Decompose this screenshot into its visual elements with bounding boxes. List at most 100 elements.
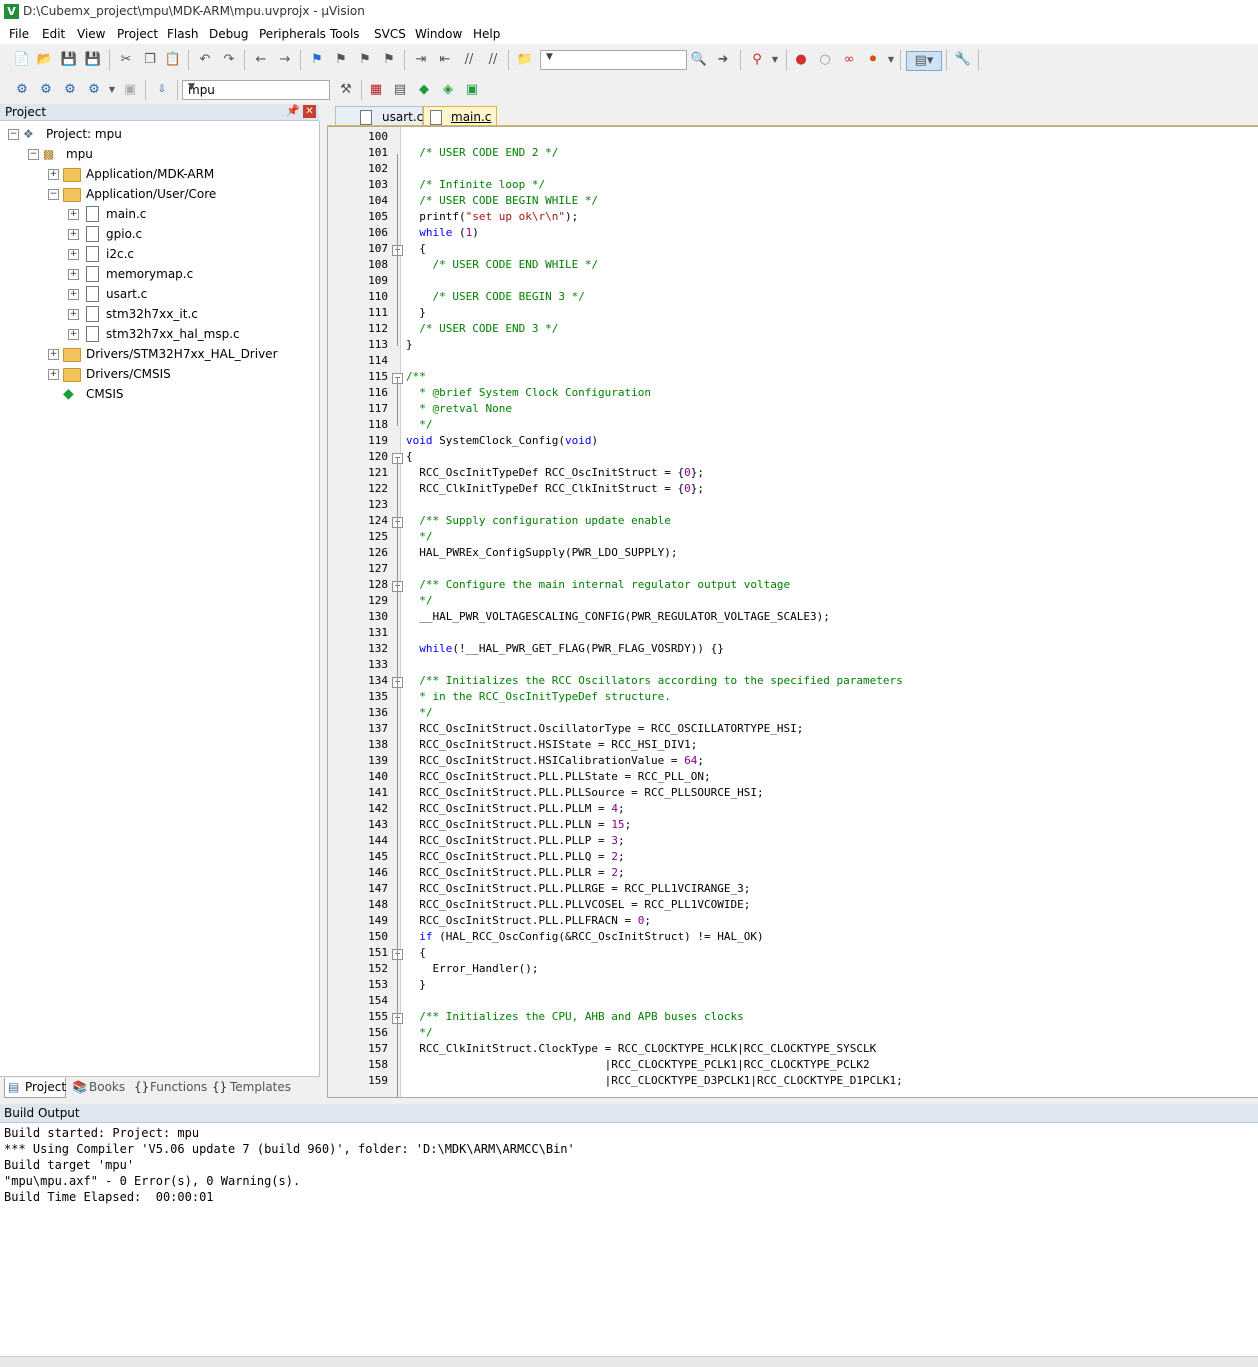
manage-multi-project-icon[interactable]: ▤ [391,81,409,99]
stop-build-icon[interactable]: ▣ [121,81,139,99]
open-file-icon[interactable]: 📂 [36,51,54,69]
code-line[interactable]: * in the RCC_OscInitTypeDef structure. [406,690,671,703]
code-line[interactable]: RCC_OscInitStruct.PLL.PLLVCOSEL = RCC_PL… [406,898,750,911]
menu-file[interactable]: File [9,27,29,41]
tree-group-node[interactable]: + Drivers/STM32H7xx_HAL_Driver [0,344,300,364]
collapse-icon[interactable]: − [8,129,19,140]
insert-bookmark-icon[interactable]: ⚑ [308,51,326,69]
tab-project[interactable]: ▤ Project [4,1078,66,1098]
code-line[interactable]: { [406,450,413,463]
code-line[interactable]: RCC_OscInitStruct.HSICalibrationValue = … [406,754,704,767]
rebuild-icon[interactable]: ⚙ [61,81,79,99]
menu-tools[interactable]: Tools [330,27,360,41]
tree-file-node[interactable]: + memorymap.c [0,264,300,284]
code-line[interactable]: */ [406,530,432,543]
code-line[interactable]: if (HAL_RCC_OscConfig(&RCC_OscInitStruct… [406,930,763,943]
expand-icon[interactable]: + [68,249,79,260]
code-line[interactable]: */ [406,706,432,719]
find-combo[interactable]: ▼ [540,50,687,70]
build-icon[interactable]: ⚙ [37,81,55,99]
tree-file-node[interactable]: + usart.c [0,284,300,304]
code-line[interactable]: /** Supply configuration update enable [406,514,671,527]
tree-file-node[interactable]: + main.c [0,204,300,224]
breakpoint-icon[interactable]: ● [792,51,810,69]
new-file-icon[interactable]: 📄 [13,51,31,69]
collapse-icon[interactable]: − [28,149,39,160]
code-line[interactable]: |RCC_CLOCKTYPE_PCLK1|RCC_CLOCKTYPE_PCLK2 [406,1058,870,1071]
window-layout-icon[interactable]: ▤▾ [906,51,942,71]
code-line[interactable]: RCC_OscInitStruct.OscillatorType = RCC_O… [406,722,803,735]
disable-breakpoint-icon[interactable]: ○ [816,51,834,69]
download-icon[interactable]: ⇩ [153,81,171,99]
code-line[interactable]: RCC_OscInitStruct.PLL.PLLSource = RCC_PL… [406,786,763,799]
code-line[interactable]: RCC_OscInitTypeDef RCC_OscInitStruct = {… [406,466,704,479]
expand-icon[interactable]: + [48,169,59,180]
unindent-icon[interactable]: ⇤ [436,51,454,69]
select-software-packs-icon[interactable]: ◈ [439,81,457,99]
code-line[interactable]: /* Infinite loop */ [406,178,545,191]
tree-group-node[interactable]: + Application/MDK-ARM [0,164,300,184]
tree-file-node[interactable]: + gpio.c [0,224,300,244]
code-line[interactable]: /** [406,370,426,383]
editor-tab-usart[interactable]: usart.c [335,106,423,127]
expand-icon[interactable]: + [68,209,79,220]
tree-root-node[interactable]: − ❖ Project: mpu [0,124,300,144]
disable-all-breakpoints-icon[interactable]: ∞ [840,51,858,69]
expand-icon[interactable]: + [68,269,79,280]
build-output-pane[interactable]: Build started: Project: mpu *** Using Co… [0,1123,1258,1356]
code-line[interactable]: printf("set up ok\r\n"); [406,210,578,223]
pin-icon[interactable]: 📌 [286,104,300,117]
previous-bookmark-icon[interactable]: ⚑ [332,51,350,69]
close-icon[interactable]: ✕ [303,105,316,118]
incremental-find-icon[interactable]: ➜ [714,51,732,69]
code-line[interactable]: HAL_PWREx_ConfigSupply(PWR_LDO_SUPPLY); [406,546,677,559]
code-line[interactable]: RCC_OscInitStruct.PLL.PLLQ = 2; [406,850,624,863]
horizontal-scrollbar[interactable] [0,1356,1258,1367]
code-line[interactable]: RCC_OscInitStruct.PLL.PLLP = 3; [406,834,624,847]
menu-view[interactable]: View [77,27,105,41]
expand-icon[interactable]: + [68,329,79,340]
code-line[interactable]: * @retval None [406,402,512,415]
copy-icon[interactable]: ❐ [141,51,159,69]
code-line[interactable]: RCC_OscInitStruct.PLL.PLLN = 15; [406,818,631,831]
code-line[interactable]: { [406,242,426,255]
code-line[interactable]: Error_Handler(); [406,962,538,975]
code-line[interactable]: * @brief System Clock Configuration [406,386,651,399]
target-select[interactable]: mpu ▼ [182,80,330,100]
debug-dropdown-icon[interactable]: ▼ [766,51,784,69]
chevron-down-icon[interactable]: ▼ [188,82,326,92]
tab-functions[interactable]: {} Functions [132,1078,207,1097]
configure-icon[interactable]: 🔧 [954,51,972,69]
tree-file-node[interactable]: + stm32h7xx_it.c [0,304,300,324]
tab-templates[interactable]: {} Templates [210,1078,291,1097]
menu-project[interactable]: Project [117,27,158,41]
indent-icon[interactable]: ⇥ [412,51,430,69]
menu-help[interactable]: Help [473,27,500,41]
code-line[interactable]: { [406,946,426,959]
code-line[interactable]: RCC_ClkInitStruct.ClockType = RCC_CLOCKT… [406,1042,876,1055]
menu-window[interactable]: Window [415,27,462,41]
code-line[interactable]: /* USER CODE END 2 */ [406,146,558,159]
code-editor[interactable]: 100101102103104105106107−108109110111112… [327,126,1258,1098]
redo-icon[interactable]: ↷ [220,51,238,69]
next-bookmark-icon[interactable]: ⚑ [356,51,374,69]
code-line[interactable]: /** Initializes the RCC Oscillators acco… [406,674,902,687]
collapse-icon[interactable]: − [48,189,59,200]
code-line[interactable]: RCC_OscInitStruct.PLL.PLLRGE = RCC_PLL1V… [406,882,750,895]
expand-icon[interactable]: + [68,229,79,240]
code-line[interactable]: */ [406,594,432,607]
paste-icon[interactable]: 📋 [164,51,182,69]
debug-session-icon[interactable]: ⚲ [748,51,766,69]
code-line[interactable]: void SystemClock_Config(void) [406,434,598,447]
chevron-down-icon[interactable]: ▼ [546,52,683,62]
code-line[interactable]: */ [406,1026,432,1039]
undo-icon[interactable]: ↶ [196,51,214,69]
tree-file-node[interactable]: + i2c.c [0,244,300,264]
find-icon[interactable]: 🔍 [690,51,708,69]
navigate-forward-icon[interactable]: → [276,51,294,69]
code-line[interactable]: } [406,338,413,351]
manage-run-time-environment-icon[interactable]: ◆ [415,81,433,99]
menu-edit[interactable]: Edit [42,27,65,41]
translate-icon[interactable]: ⚙ [13,81,31,99]
batch-dropdown-icon[interactable]: ▼ [103,81,121,99]
